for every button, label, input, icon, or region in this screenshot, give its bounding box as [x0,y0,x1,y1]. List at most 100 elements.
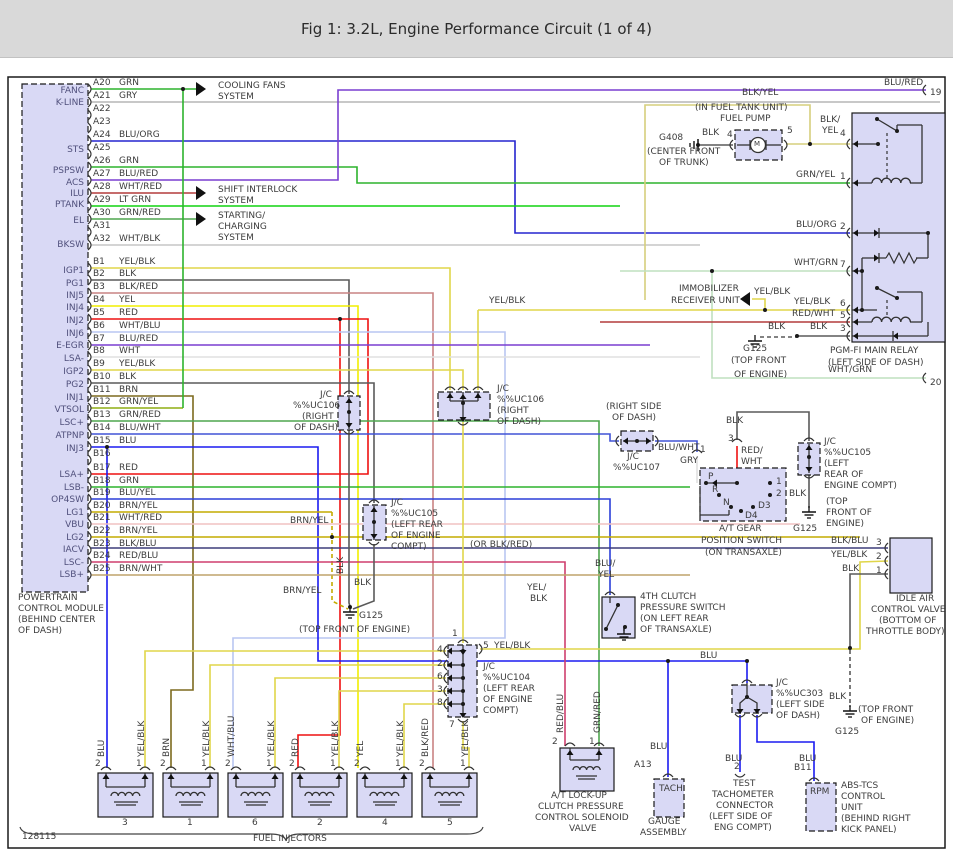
ground-g408-label: G408 [659,133,683,143]
wire-label: 1 [266,759,272,769]
wire-label: ENGINE COMPT) [824,481,897,491]
pin-arc [735,774,745,777]
idle-air-control-valve-box [890,538,932,593]
wire-label: GRN/RED [593,691,603,733]
pcm-pin-color: BLU/RED [119,334,158,344]
wire-label: WHT/GRN [828,365,872,375]
wire-label: TACHOMETER [712,790,774,800]
pcm-signal-name: IGP2 [63,367,84,377]
wire-label: OF ENGINE [483,695,533,705]
pcm-pin-color: WHT/RED [119,182,162,192]
pcm-signal-name: LSA+ [59,470,84,480]
wire-yelblk [91,370,463,390]
wire-label: BLK [702,128,719,138]
wire-bluwht [91,434,619,441]
pcm-pin-color: BLU/YEL [119,488,156,498]
pcm-pin-color: BRN/YEL [119,526,157,536]
pcm-pin-id: B11 [93,385,111,395]
wire-label: BLU [97,740,107,757]
wire-label: %%UC106 [293,401,340,411]
pcm-pin-color: BLK [119,269,136,279]
wire-label: YEL [356,741,366,757]
pcm-signal-name: INJ1 [66,393,84,403]
wire-label: BLK [768,322,785,332]
wire-label: (LEFT SIDE OF [709,812,773,822]
wire-label: 2 [95,759,101,769]
ground-g125-bottom-label: G125 [835,727,859,737]
wire-label: 1 [840,172,846,182]
pcm-pin-color: BLK/BLU [119,539,156,549]
junction-dot [895,296,899,300]
wire-label: 1 [460,759,466,769]
wire-label: 6 [840,299,846,309]
wire-label: GRY [680,456,698,466]
wire-label: 3 [437,685,443,695]
junction-dot [461,689,465,693]
wire-label: (CENTER FRONT [647,147,720,157]
pcm-pin-color: RED [119,308,138,318]
wire-yelblk [752,299,765,310]
pcm-pin-id: B8 [93,346,105,356]
wire-label: OF TRUNK) [659,158,709,168]
pcm-signal-name: K-LINE [56,98,84,108]
wire-label: D3 [758,501,771,511]
pcm-signal-name: LSA- [64,354,84,364]
starting-charging-system-label: STARTING/ [218,211,265,221]
jc-uc303-label: J/C [776,678,788,688]
wire-label: %%UC105 [391,509,438,519]
pcm-signal-name: LG2 [66,533,84,543]
junction-dot [875,286,879,290]
pcm-signal-name: LSC+ [59,418,84,428]
pcm-pin-id: B1 [93,257,105,267]
wire-label: RECEIVER UNIT [671,296,740,306]
wire-red [298,319,340,768]
pcm-signal-name: OP4SW [51,495,84,505]
wire-label: BLK/ [820,115,840,125]
wire-label: %%UC303 [776,689,823,699]
wire-label: 8 [437,698,443,708]
pcm-pin-color: BRN/WHT [119,564,162,574]
pcm-pin-id: A26 [93,156,111,166]
wire-label: 2 [437,659,443,669]
junction-dot [768,493,772,497]
wire-label: 1 [187,818,193,828]
junction-dot [848,646,852,650]
pcm-pin-id: B6 [93,321,105,331]
wire-label: YEL/BLK [137,721,147,757]
wire-label: %%UC107 [613,463,660,473]
junction-dot [763,308,767,312]
wire-label: OF DASH) [294,423,338,433]
wire-label: OF DASH) [18,626,62,636]
wire-label: (ON LEFT REAR [640,614,709,624]
wire-label: BLK [354,578,371,588]
pcm-signal-name: ACS [66,178,84,188]
wire-label: RED [291,738,301,757]
wire-label: 4 [437,645,443,655]
pcm-pin-id: B9 [93,359,105,369]
pcm-pin-id: B5 [93,308,105,318]
pcm-pin-id: B25 [93,564,111,574]
junction-dot [895,129,899,133]
junction-dot [372,520,376,524]
junction-dot [710,269,714,273]
junction-dot [860,308,864,312]
gauge-assembly-label: GAUGE [648,817,680,827]
junction-dot [347,410,351,414]
pcm-signal-name: VBU [65,520,84,530]
junction-dot [795,334,799,338]
pcm-pin-color: GRY [119,91,137,101]
wire-label: ENG COMPT) [714,823,772,833]
pcm-pin-id: B18 [93,476,111,486]
wire-label: YEL/BLK [489,296,525,306]
pgm-fi-main-relay-label: PGM-FI MAIN RELAY [830,346,918,356]
wire-label: WHT/GRN [794,258,838,268]
pcm-pin-color: RED/BLU [119,551,158,561]
wire-label: 20 [930,378,941,388]
tach-gauge-label: TACH [659,784,683,794]
pcm-pin-id: A22 [93,104,111,114]
wire-label: (LEFT SIDE [776,700,825,710]
wire-label: 5 [447,818,453,828]
pcm-pin-color: BRN [119,385,138,395]
pcm-pin-color: WHT/BLK [119,234,160,244]
pcm-signal-name: ILU [70,189,84,199]
